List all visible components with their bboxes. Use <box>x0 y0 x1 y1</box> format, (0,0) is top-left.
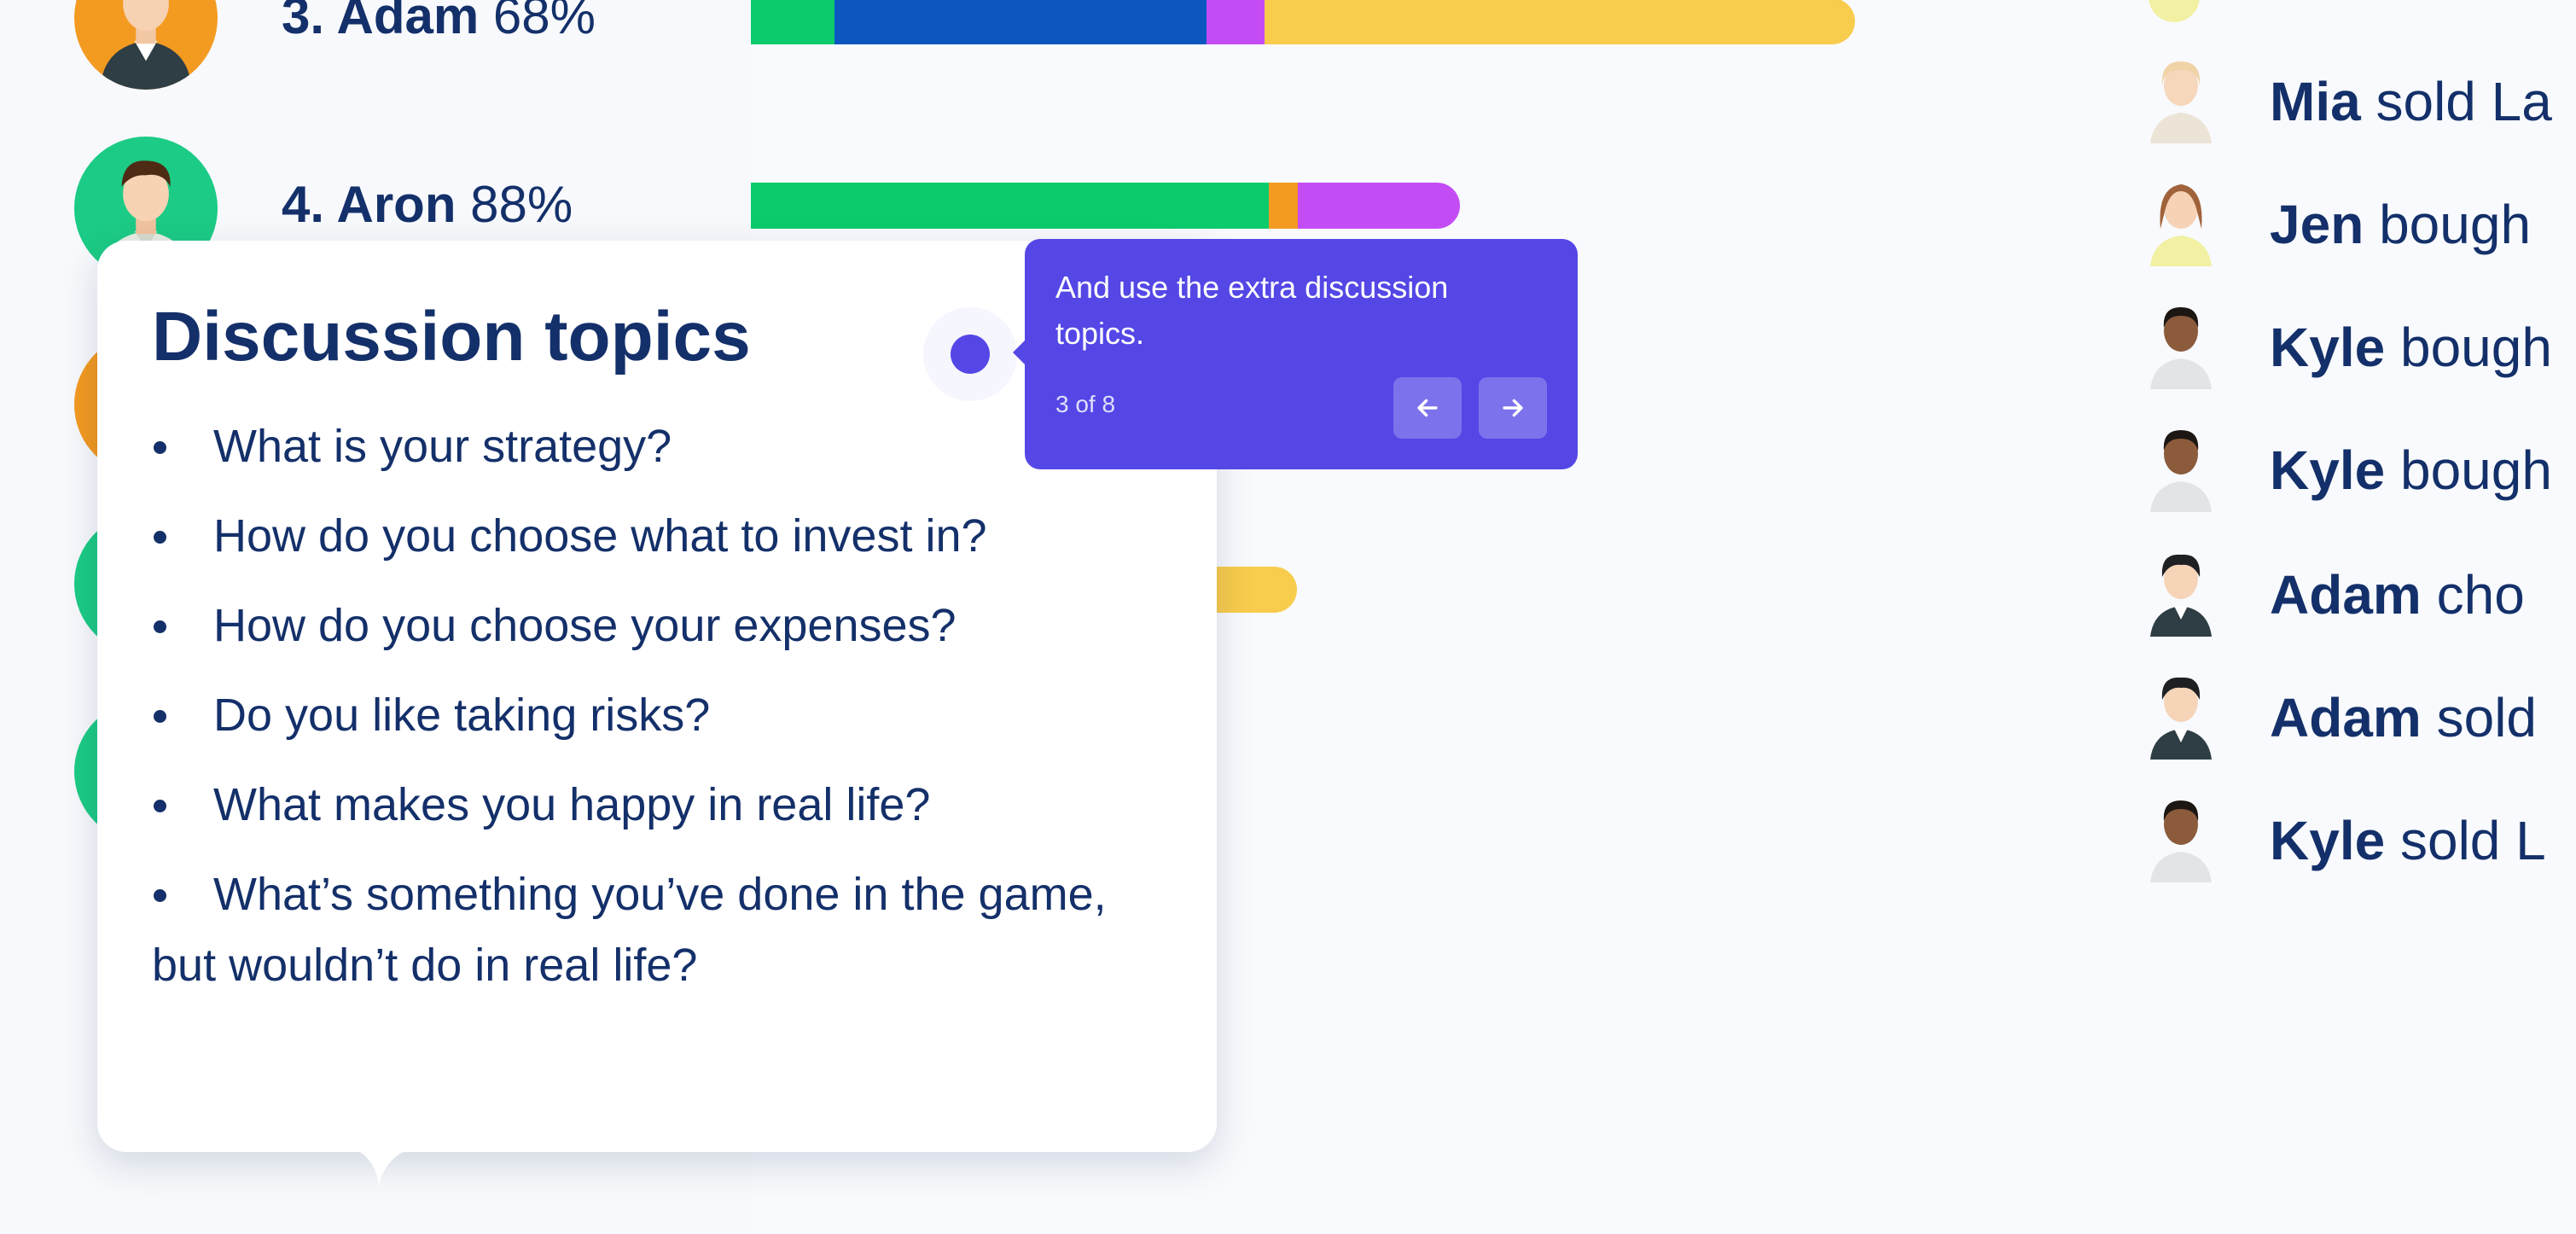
bullet-icon <box>154 441 166 454</box>
leaderboard-row-4: 4. Aron 88% <box>282 175 573 234</box>
avatar <box>2140 178 2222 266</box>
topic-text: What’s something you’ve done in the game… <box>152 869 1107 991</box>
tour-beacon[interactable] <box>951 335 990 374</box>
feed-name: Jen <box>2270 194 2364 255</box>
feed-name: Mia <box>2270 71 2361 132</box>
feed-action: cho <box>2436 564 2525 626</box>
tour-tooltip: And use the extra discussion topics. 3 o… <box>1013 239 1578 469</box>
feed-action: sold La <box>2375 71 2552 132</box>
feed-action: bough <box>2399 439 2552 501</box>
feed-item: Adam cho <box>2125 529 2576 649</box>
feed-item: Adam sold <box>2125 652 2576 771</box>
topic-text: Do you like taking risks? <box>213 690 711 741</box>
bar-segment <box>751 183 1269 229</box>
list-item: How do you choose your expenses? <box>152 591 1167 661</box>
tour-prev-button[interactable] <box>1393 377 1462 439</box>
tour-message: And use the extra discussion topics. <box>1055 270 1449 351</box>
feed-item: Kyle bough <box>2125 282 2576 401</box>
arrow-right-icon <box>1503 399 1523 417</box>
list-item: What’s something you’ve done in the game… <box>152 859 1167 1001</box>
feed-action: sold <box>2436 687 2537 748</box>
feed-item: Kyle bough <box>2125 405 2576 524</box>
leaderboard-row-3: 3. Adam 68% <box>282 0 596 45</box>
bullet-icon <box>154 531 166 544</box>
card-title: Discussion topics <box>152 298 751 375</box>
feed-action: sold L <box>2399 810 2546 871</box>
tour-next-button[interactable] <box>1479 377 1547 439</box>
bar-segment <box>751 0 834 44</box>
topic-text: What makes you happy in real life? <box>213 779 931 830</box>
avatar <box>74 0 218 90</box>
avatar <box>2140 300 2222 389</box>
bar-segment <box>1265 0 1855 44</box>
avatar <box>2140 423 2222 512</box>
feed-item: Mia sold La <box>2125 36 2576 155</box>
progress-bar-aron <box>751 183 1460 229</box>
tour-step-counter: 3 of 8 <box>1055 391 1116 417</box>
feed-action: bough <box>2379 194 2532 255</box>
avatar <box>2140 548 2222 637</box>
feed-name: Adam <box>2270 687 2422 748</box>
bullet-icon <box>154 710 166 723</box>
feed-item: Kyle sold L <box>2125 775 2576 894</box>
avatar <box>2140 794 2222 882</box>
bar-segment <box>1207 0 1265 44</box>
card-tail <box>324 1144 427 1188</box>
feed-action: bough <box>2399 317 2552 378</box>
avatar <box>2140 55 2222 143</box>
arrow-left-icon <box>1417 399 1438 417</box>
activity-feed: Mia sold La Jen bough Kyle bough Kyle bo… <box>2125 0 2576 1234</box>
list-item: What makes you happy in real life? <box>152 770 1167 841</box>
bar-segment <box>834 0 1207 44</box>
player-score: 88% <box>470 176 573 233</box>
avatar <box>2140 671 2222 760</box>
feed-item: Jen bough <box>2125 159 2576 278</box>
bar-segment <box>1269 183 1298 229</box>
feed-name: Kyle <box>2270 317 2386 378</box>
feed-name: Kyle <box>2270 439 2386 501</box>
list-item: What is your strategy? <box>152 411 1167 482</box>
player-name: 3. Adam <box>282 0 480 44</box>
topic-list: What is your strategy? How do you choose… <box>152 411 1167 1020</box>
player-score: 68% <box>492 0 596 44</box>
tooltip-arrow <box>1013 340 1026 365</box>
list-item: Do you like taking risks? <box>152 680 1167 751</box>
bullet-icon <box>154 620 166 633</box>
feed-name: Adam <box>2270 564 2422 626</box>
topic-text: How do you choose what to invest in? <box>213 510 987 562</box>
progress-bar-adam <box>751 0 1855 44</box>
feed-name: Kyle <box>2270 810 2386 871</box>
avatar <box>2149 0 2200 22</box>
bar-segment <box>1298 183 1460 229</box>
list-item: How do you choose what to invest in? <box>152 501 1167 572</box>
topic-text: What is your strategy? <box>213 421 672 472</box>
bullet-icon <box>154 800 166 812</box>
player-name: 4. Aron <box>282 176 456 233</box>
topic-text: How do you choose your expenses? <box>213 600 957 651</box>
bullet-icon <box>154 889 166 902</box>
